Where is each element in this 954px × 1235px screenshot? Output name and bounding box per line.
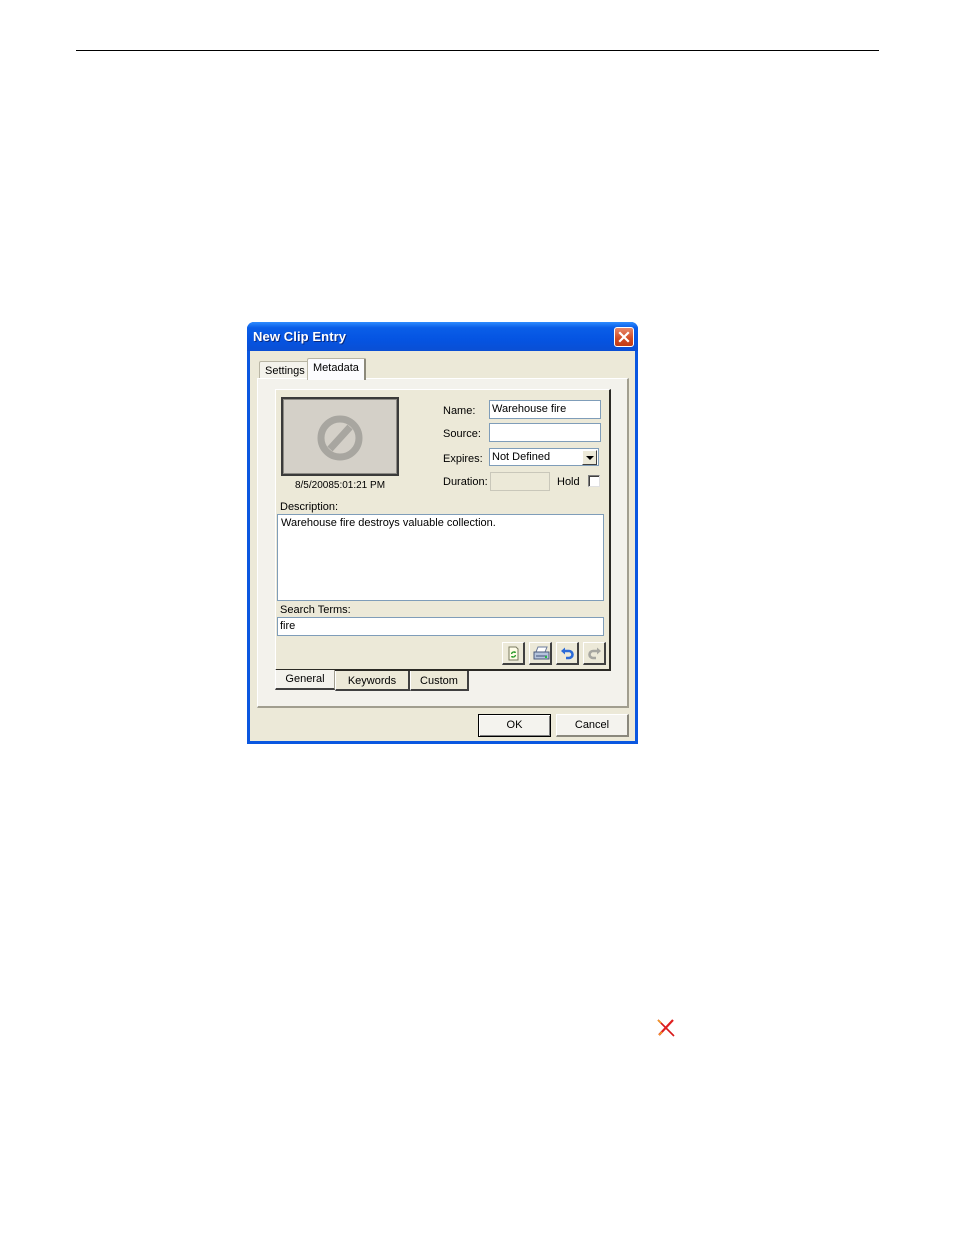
undo-icon xyxy=(561,647,574,660)
chevron-down-icon[interactable] xyxy=(582,450,597,465)
redo-icon xyxy=(588,647,601,660)
description-textarea[interactable]: Warehouse fire destroys valuable collect… xyxy=(277,514,604,601)
redo-button[interactable] xyxy=(583,642,606,665)
duration-input xyxy=(490,472,550,491)
duration-label: Duration: xyxy=(443,476,488,488)
expires-value: Not Defined xyxy=(492,451,551,463)
clip-timestamp: 8/5/20085:01:21 PM xyxy=(294,480,386,491)
close-icon xyxy=(618,331,630,343)
refresh-document-icon xyxy=(508,646,519,661)
description-label: Description: xyxy=(280,501,339,513)
metadata-panel: 8/5/20085:01:21 PM Name: Warehouse fire … xyxy=(257,378,629,708)
tab-custom[interactable]: Custom xyxy=(410,671,469,691)
title-bar[interactable]: New Clip Entry xyxy=(247,322,638,351)
hold-checkbox[interactable] xyxy=(588,475,600,487)
new-clip-entry-dialog: New Clip Entry Settings Metadata 8/5/200… xyxy=(247,322,638,744)
print-button[interactable] xyxy=(529,642,552,665)
refresh-button[interactable] xyxy=(502,642,525,665)
expires-label: Expires: xyxy=(443,453,483,465)
source-label: Source: xyxy=(443,428,481,440)
search-terms-label: Search Terms: xyxy=(280,604,351,616)
tab-keywords[interactable]: Keywords xyxy=(335,671,410,691)
clip-thumbnail xyxy=(281,397,399,476)
name-label: Name: xyxy=(443,405,476,417)
expires-select[interactable]: Not Defined xyxy=(489,448,599,466)
dialog-title: New Clip Entry xyxy=(253,329,347,344)
tab-metadata[interactable]: Metadata xyxy=(307,358,366,380)
source-input[interactable] xyxy=(489,423,601,442)
metadata-toolbar xyxy=(502,642,606,666)
close-button[interactable] xyxy=(614,327,634,347)
general-panel: 8/5/20085:01:21 PM Name: Warehouse fire … xyxy=(275,389,611,671)
search-terms-input[interactable]: fire xyxy=(277,617,604,636)
cancel-button[interactable]: Cancel xyxy=(556,714,629,737)
name-input[interactable]: Warehouse fire xyxy=(489,400,601,419)
tab-settings[interactable]: Settings xyxy=(259,361,311,379)
tab-general[interactable]: General xyxy=(275,670,335,690)
ok-button[interactable]: OK xyxy=(478,714,551,737)
dialog-client: Settings Metadata 8/5/20085:01:21 PM Nam… xyxy=(250,351,635,741)
header-rule xyxy=(76,50,879,51)
print-icon xyxy=(533,646,550,660)
red-x-icon xyxy=(657,1019,675,1037)
no-preview-icon xyxy=(317,415,363,461)
hold-label: Hold xyxy=(557,476,580,488)
undo-button[interactable] xyxy=(556,642,579,665)
